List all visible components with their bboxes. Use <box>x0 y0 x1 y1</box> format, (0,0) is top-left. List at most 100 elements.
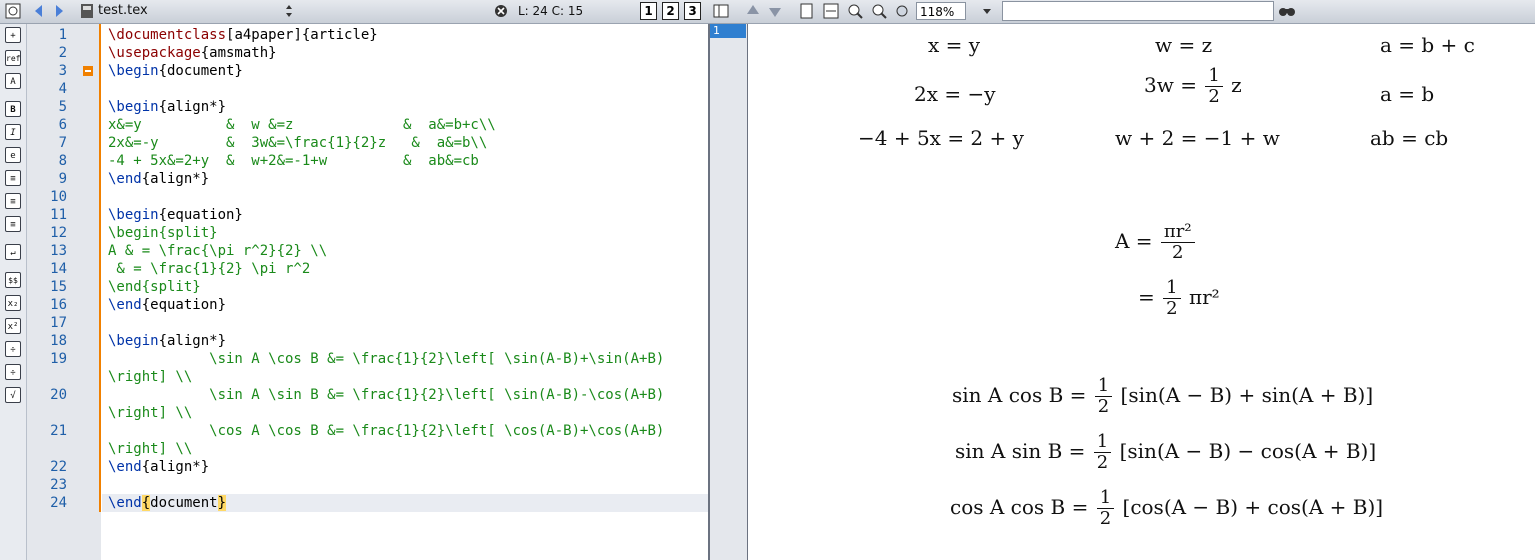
code-token: 2x&=-y & 3w&=\frac{1}{2}z & a&=b\\ <box>108 135 488 151</box>
line-number: 20 <box>50 387 67 403</box>
binoculars-icon[interactable] <box>1278 2 1296 20</box>
align-center-icon[interactable]: ≡ <box>5 193 21 209</box>
fit-width-icon[interactable] <box>822 2 840 20</box>
font-icon[interactable]: A <box>5 73 21 89</box>
emphasis-icon[interactable]: e <box>5 147 21 163</box>
code-line[interactable]: \begin{equation} <box>108 207 243 223</box>
align-right-icon[interactable]: ≡ <box>5 216 21 232</box>
close-file-icon[interactable] <box>492 2 510 20</box>
code-token: \right] \\ <box>108 405 193 421</box>
layout-3-button[interactable]: 3 <box>684 2 701 20</box>
eq-split-line2: = 12 πr² <box>1138 277 1220 319</box>
code-line[interactable]: \sin A \sin B &= \frac{1}{2}\left[ \sin(… <box>108 387 664 403</box>
zoom-dropdown-chevron-icon[interactable] <box>978 2 996 20</box>
code-line[interactable]: \right] \\ <box>108 405 192 421</box>
code-line[interactable]: \end{split} <box>108 279 201 295</box>
eq-row3-col2: w + 2 = −1 + w <box>1115 126 1280 150</box>
code-token: {align*} <box>158 333 227 349</box>
file-dropdown-chevron-icon[interactable] <box>280 2 298 20</box>
previous-page-icon[interactable] <box>744 2 762 20</box>
back-arrow-icon[interactable] <box>30 2 48 20</box>
code-line[interactable]: x&=y & w &=z & a&=b+c\\ <box>108 117 496 133</box>
eq-trig-2: sin A sin B = 12 [sin(A − B) − cos(A + B… <box>955 431 1377 473</box>
code-line[interactable]: \documentclass[a4paper]{article} <box>108 27 378 43</box>
fold-marker-icon[interactable] <box>83 66 93 76</box>
code-token: \right] \\ <box>108 441 193 457</box>
code-line[interactable]: -4 + 5x&=2+y & w+2&=-1+w & ab&=cb <box>108 153 479 169</box>
code-token: \begin <box>108 99 159 115</box>
forward-arrow-icon[interactable] <box>50 2 68 20</box>
bold-icon[interactable]: B <box>5 101 21 117</box>
code-token: \begin <box>108 63 159 79</box>
ref-icon[interactable]: ref <box>5 50 21 66</box>
dfrac-icon[interactable]: ÷ <box>5 364 21 380</box>
line-number: 24 <box>50 495 67 511</box>
code-token: {document} <box>158 63 243 79</box>
structure-toggle-icon[interactable] <box>712 2 730 20</box>
zoom-in-icon[interactable] <box>846 2 864 20</box>
subscript-icon[interactable]: x₂ <box>5 295 21 311</box>
top-toolbar: test.tex L: 24 C: 15 1 2 3 118% <box>0 0 1535 24</box>
layout-1-button[interactable]: 1 <box>640 2 657 20</box>
align-left-icon[interactable]: ≡ <box>5 170 21 186</box>
code-line[interactable]: 2x&=-y & 3w&=\frac{1}{2}z & a&=b\\ <box>108 135 487 151</box>
code-line[interactable]: \end{align*} <box>108 171 209 187</box>
eq-row2-col3: a = b <box>1380 82 1435 106</box>
code-token: x&=y & w &=z & a&=b+c\\ <box>108 117 496 133</box>
page-number-indicator[interactable]: 1 <box>710 24 746 38</box>
file-name-dropdown[interactable]: test.tex <box>98 3 148 18</box>
left-tool-sidebar: + ref A B I e ≡ ≡ ≡ ↵ $$ x₂ x² ÷ ÷ √ <box>0 24 27 560</box>
code-token: \usepackage <box>108 45 201 61</box>
code-token: \cos A \cos B &= \frac{1}{2}\left[ \cos(… <box>108 423 665 439</box>
code-token: \documentclass <box>108 27 227 43</box>
zoom-level-field[interactable]: 118% <box>916 2 966 20</box>
code-token: \right] \\ <box>108 369 193 385</box>
code-token: {align*} <box>158 99 227 115</box>
code-line[interactable]: \begin{split} <box>108 225 218 241</box>
display-math-icon[interactable]: $$ <box>5 272 21 288</box>
code-token: \begin <box>108 207 159 223</box>
zoom-out-icon[interactable] <box>870 2 888 20</box>
eq-row3-col1: −4 + 5x = 2 + y <box>858 126 1024 150</box>
cursor-position: L: 24 C: 15 <box>518 4 584 18</box>
line-number: 21 <box>50 423 67 439</box>
sqrt-icon[interactable]: √ <box>5 387 21 403</box>
search-input[interactable] <box>1002 1 1274 21</box>
code-token: {amsmath} <box>200 45 277 61</box>
code-token: \end <box>108 171 142 187</box>
code-line[interactable]: \usepackage{amsmath} <box>108 45 277 61</box>
fit-page-icon[interactable] <box>798 2 816 20</box>
italic-icon[interactable]: I <box>5 124 21 140</box>
newline-icon[interactable]: ↵ <box>5 244 21 260</box>
line-number: 9 <box>58 171 67 187</box>
code-line[interactable]: \end{align*} <box>108 459 209 475</box>
code-token: document <box>150 495 218 511</box>
code-token: -4 + 5x&=2+y & w+2&=-1+w & ab&=cb <box>108 153 479 169</box>
code-line[interactable]: \right] \\ <box>108 441 192 457</box>
insert-icon[interactable]: + <box>5 27 21 43</box>
code-token: {equation} <box>141 297 227 313</box>
app-menu-icon[interactable] <box>4 2 22 20</box>
code-line[interactable]: \cos A \cos B &= \frac{1}{2}\left[ \cos(… <box>108 423 664 439</box>
code-line[interactable]: A & = \frac{\pi r^2}{2} \\ <box>108 243 327 259</box>
code-line[interactable]: \begin{align*} <box>108 99 226 115</box>
layout-2-button[interactable]: 2 <box>662 2 679 20</box>
code-line[interactable]: \sin A \cos B &= \frac{1}{2}\left[ \sin(… <box>108 351 664 367</box>
line-number: 10 <box>50 189 67 205</box>
line-number: 3 <box>58 63 67 79</box>
next-page-icon[interactable] <box>766 2 784 20</box>
code-line[interactable]: & = \frac{1}{2} \pi r^2 <box>108 261 310 277</box>
code-token: \begin{split} <box>108 225 218 241</box>
eq-trig-1: sin A cos B = 12 [sin(A − B) + sin(A + B… <box>952 375 1374 417</box>
fraction-icon[interactable]: ÷ <box>5 341 21 357</box>
superscript-icon[interactable]: x² <box>5 318 21 334</box>
magnifier-icon[interactable] <box>894 2 912 20</box>
code-line[interactable]: \begin{document} <box>108 63 243 79</box>
code-line[interactable]: \begin{align*} <box>108 333 226 349</box>
code-line[interactable]: \end{equation} <box>108 297 226 313</box>
code-line[interactable]: \right] \\ <box>108 369 192 385</box>
code-line[interactable]: \end{document} <box>108 495 227 511</box>
code-token: & = \frac{1}{2} \pi r^2 <box>108 261 311 277</box>
code-token: { <box>141 495 151 511</box>
eq-row1-col2: w = z <box>1155 33 1213 57</box>
